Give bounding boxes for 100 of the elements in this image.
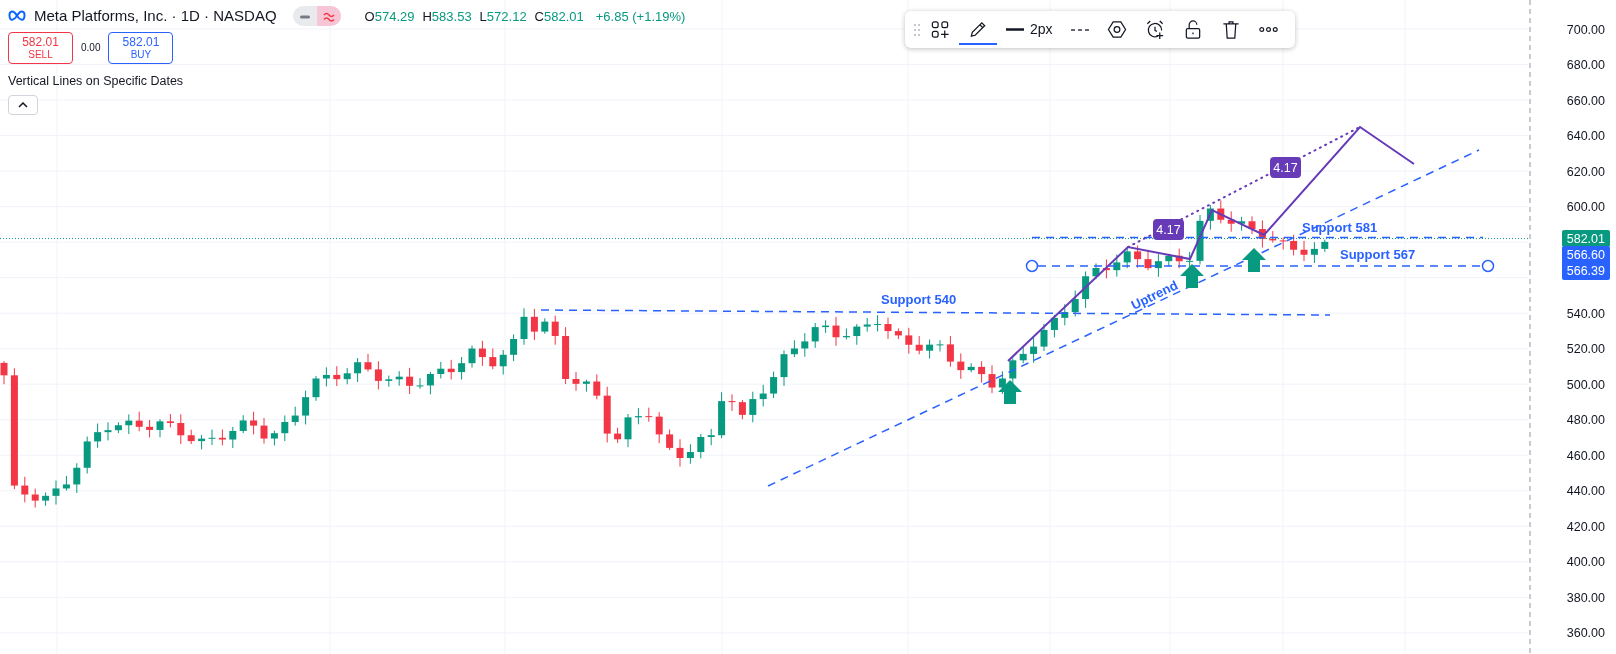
candle: [374, 360, 382, 390]
ohlc-value: O574.29: [364, 7, 415, 26]
candle: [686, 443, 694, 465]
candle: [312, 375, 320, 402]
hexagon-icon: [1106, 19, 1127, 40]
alarm-clock-icon: [1144, 19, 1165, 40]
more-icon: [1258, 27, 1278, 32]
candle: [270, 430, 278, 446]
candle: [624, 413, 632, 448]
candle: [1238, 216, 1246, 232]
candle: [1269, 230, 1277, 244]
pencil-icon: [968, 19, 988, 40]
candle: [250, 411, 258, 435]
collapse-button[interactable]: [8, 94, 38, 115]
candle: [1258, 219, 1266, 249]
candle: [52, 479, 60, 506]
support-line[interactable]: [540, 309, 1331, 316]
candle: [395, 370, 403, 387]
spread-value: 0.00: [81, 41, 101, 56]
candle: [510, 333, 518, 362]
price-label: 660.00: [1566, 93, 1605, 108]
candle: [21, 476, 29, 503]
candle: [822, 319, 830, 334]
candle: [603, 386, 611, 443]
candle: [208, 429, 216, 446]
candle: [936, 339, 944, 353]
candle: [894, 327, 902, 340]
candle: [239, 414, 247, 434]
candle: [1279, 237, 1287, 250]
trash-icon: [1220, 19, 1241, 40]
candle: [634, 407, 642, 425]
candle: [749, 391, 757, 423]
price-label: 500.00: [1566, 377, 1605, 392]
pattern-line[interactable]: [1007, 125, 1415, 362]
up-arrow-icon: [998, 380, 1022, 404]
candle: [1165, 253, 1173, 267]
candle: [853, 323, 861, 346]
annotation-label: Support 540: [881, 292, 957, 307]
candle: [198, 434, 206, 450]
candle: [1071, 289, 1079, 317]
candle: [978, 360, 986, 384]
candle: [1144, 249, 1152, 271]
line-width-button[interactable]: 2px: [997, 11, 1062, 48]
candle: [1134, 244, 1142, 269]
support-line[interactable]: [1031, 236, 1484, 239]
candle: [666, 429, 674, 451]
candle: [905, 327, 913, 355]
candle: [73, 462, 81, 494]
candle: [884, 317, 892, 340]
sell-button[interactable]: 582.01 SELL: [8, 31, 73, 64]
candle: [718, 391, 726, 439]
annotation-label: Support 567: [1340, 247, 1416, 262]
price-label: 400.00: [1566, 555, 1605, 570]
compare-button[interactable]: [316, 6, 341, 27]
candle: [1206, 204, 1214, 231]
candle: [1040, 323, 1048, 352]
candle: [322, 366, 330, 387]
candle: [780, 349, 788, 387]
candle: [478, 340, 486, 367]
candle: [229, 426, 237, 449]
candle: [218, 428, 226, 446]
candle: [1290, 234, 1298, 256]
candle: [1248, 215, 1256, 235]
candle: [541, 317, 549, 335]
indicator-name: Vertical Lines on Specific Dates: [8, 72, 185, 90]
range-price-tag: 566.60 566.39: [1562, 246, 1610, 280]
candle: [562, 326, 570, 385]
candle: [759, 384, 767, 407]
candle: [1175, 248, 1183, 269]
price-label: 620.00: [1566, 164, 1605, 179]
trend-line[interactable]: [767, 149, 1480, 487]
ratio-badge: 4.17: [1270, 157, 1301, 178]
candle: [832, 316, 840, 347]
support-line[interactable]: [1037, 265, 1483, 267]
candle: [406, 367, 414, 395]
candle: [177, 413, 185, 445]
candle: [333, 365, 341, 387]
line-handle[interactable]: [1025, 259, 1039, 273]
candle: [62, 475, 70, 492]
annotation-label: Support 581: [1302, 220, 1378, 235]
candle: [489, 347, 497, 370]
wave-icon: [322, 11, 335, 23]
candle: [1123, 247, 1131, 269]
price-change: +6.85 (+1.19%): [595, 7, 686, 26]
candle: [863, 317, 871, 333]
candle: [187, 429, 195, 445]
candle: [1082, 270, 1090, 309]
buy-button[interactable]: 582.01 BUY: [108, 31, 174, 64]
ohlc-value: C582.01: [534, 7, 584, 26]
candle: [1154, 253, 1162, 278]
candle: [291, 406, 299, 427]
candle: [104, 421, 112, 441]
candle: [166, 413, 174, 428]
candle: [447, 359, 455, 381]
line-handle[interactable]: [1481, 259, 1495, 273]
drag-handle-icon[interactable]: [913, 22, 921, 37]
candle: [926, 338, 934, 360]
candle: [1196, 214, 1204, 266]
candle: [655, 411, 663, 444]
candle: [354, 357, 362, 383]
